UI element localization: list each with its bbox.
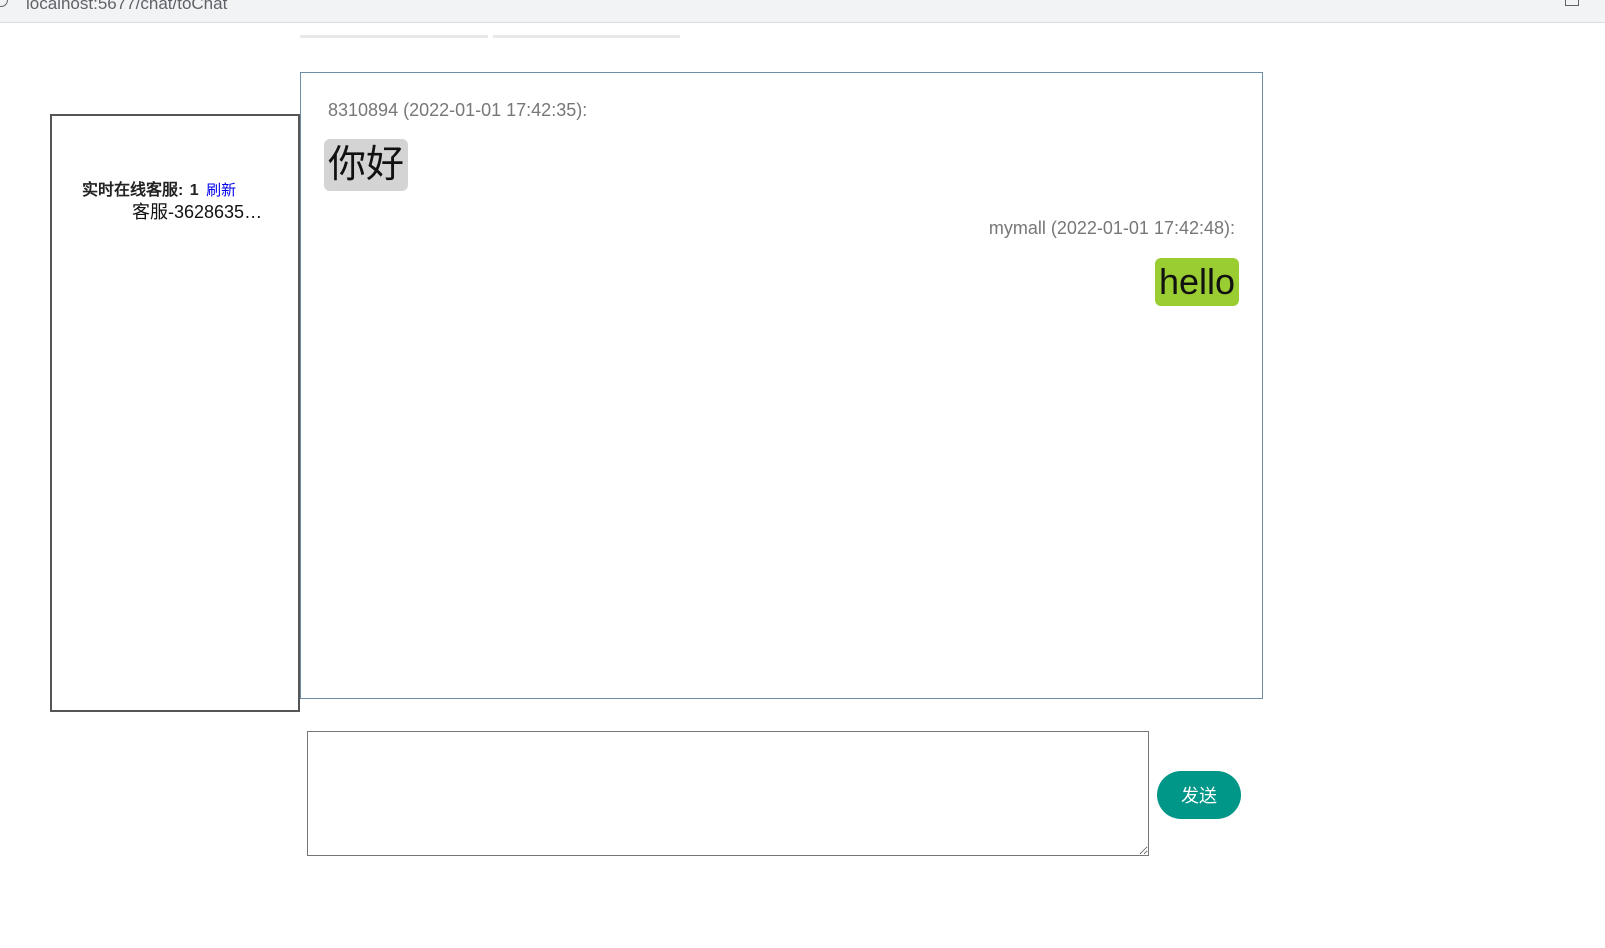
refresh-link[interactable]: 刷新: [206, 182, 236, 199]
message-header: mymall (2022-01-01 17:42:48):: [988, 218, 1235, 238]
online-agents-count: 1: [189, 182, 199, 199]
message-bubble-sent: hello: [1154, 258, 1239, 306]
send-button[interactable]: 发送: [1157, 771, 1241, 819]
agent-list-item[interactable]: 客服-3628635…: [132, 198, 272, 224]
chat-message-window[interactable]: 8310894 (2022-01-01 17:42:35): 你好 mymall…: [300, 72, 1263, 699]
tab-placeholder: [300, 35, 488, 38]
info-icon[interactable]: [0, 0, 8, 7]
message-input[interactable]: [307, 731, 1149, 856]
online-agents-label: 实时在线客服:: [82, 182, 184, 199]
tab-placeholder: [493, 35, 680, 38]
url-text[interactable]: localhost:5677/chat/toChat: [26, 0, 227, 14]
share-icon[interactable]: [1565, 0, 1579, 6]
browser-address-bar: localhost:5677/chat/toChat: [0, 0, 1605, 23]
message-bubble-received: 你好: [324, 139, 409, 191]
online-agents-header: 实时在线客服: 1 刷新: [82, 176, 236, 200]
message-header: 8310894 (2022-01-01 17:42:35):: [328, 100, 588, 120]
online-agents-panel: 实时在线客服: 1 刷新 客服-3628635…: [50, 114, 300, 712]
